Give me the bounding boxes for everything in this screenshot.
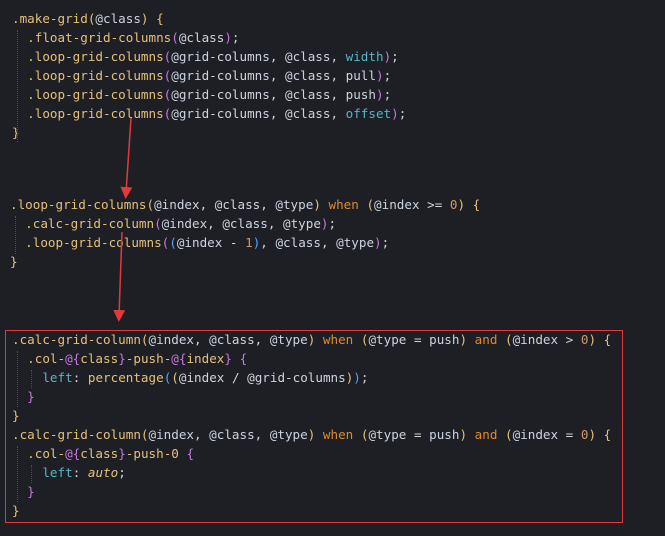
arrow-to-calc-grid-column xyxy=(113,231,126,322)
code-screenshot: .make-grid(@class) { .float-grid-columns… xyxy=(0,0,665,536)
arrow-to-loop-grid-columns xyxy=(120,117,133,199)
annotation-arrows xyxy=(113,117,133,322)
